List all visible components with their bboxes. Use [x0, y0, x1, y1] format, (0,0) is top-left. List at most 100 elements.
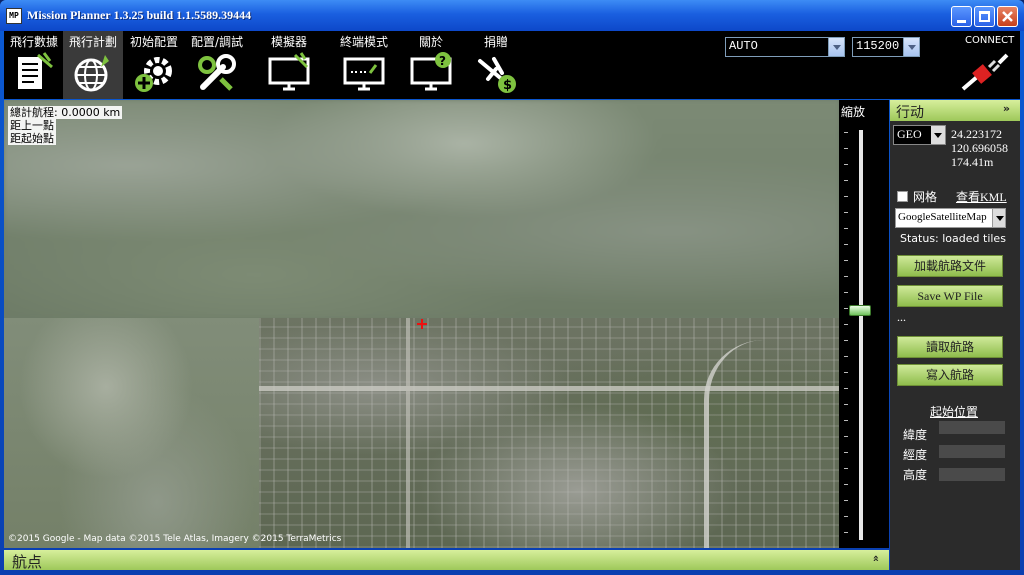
map-type-value: GoogleSatelliteMap	[898, 211, 987, 223]
coord-system-select[interactable]: GEO	[893, 125, 946, 145]
zoom-tick	[844, 340, 848, 341]
zoom-tick	[844, 388, 848, 389]
zoom-tick	[844, 324, 848, 325]
zoom-tick	[844, 132, 848, 133]
home-location-heading: 起始位置	[930, 405, 979, 419]
title-bar[interactable]: MP Mission Planner 1.3.25 build 1.1.5589…	[0, 0, 1024, 31]
load-wp-file-button[interactable]: 加載航路文件	[897, 255, 1003, 277]
tab-label: 模擬器	[270, 35, 307, 49]
grid-checkbox[interactable]	[897, 191, 908, 202]
chevron-down-icon[interactable]	[828, 38, 844, 56]
waypoints-title: 航点	[12, 553, 43, 571]
write-wps-button[interactable]: 寫入航路	[897, 364, 1003, 386]
close-button[interactable]	[997, 6, 1018, 27]
app-logo-icon: MP	[6, 8, 22, 24]
map-copyright: ©2015 Google - Map data ©2015 Tele Atlas…	[8, 534, 342, 544]
save-wp-file-button[interactable]: Save WP File	[897, 285, 1003, 307]
maximize-icon	[979, 11, 990, 22]
zoom-tick	[844, 212, 848, 213]
help-monitor-icon: ?	[410, 52, 452, 91]
tab-label: 配置/調試	[190, 35, 244, 49]
altitude-value: 174.41m	[951, 155, 994, 169]
tile-status: Status: loaded tiles	[900, 232, 1006, 245]
close-icon	[1002, 11, 1013, 22]
chevron-down-icon[interactable]	[992, 209, 1005, 227]
window-title: Mission Planner 1.3.25 build 1.1.5589.39…	[27, 8, 252, 22]
home-crosshair-icon[interactable]	[417, 319, 427, 329]
tab-donate[interactable]: 捐贈 $	[466, 31, 526, 99]
zoom-tick	[844, 244, 848, 245]
zoom-slider-thumb[interactable]	[849, 305, 871, 316]
zoom-tick	[844, 372, 848, 373]
zoom-slider-track[interactable]	[859, 130, 863, 540]
tab-flight-data[interactable]: 飛行數據	[4, 31, 64, 99]
flight-mode-select[interactable]: AUTO	[725, 37, 845, 57]
flight-plan-globe-icon	[74, 55, 109, 92]
read-wps-button[interactable]: 讀取航路	[897, 336, 1003, 358]
tab-initial-setup[interactable]: 初始配置	[125, 31, 183, 99]
coord-system-value: GEO	[897, 127, 922, 141]
connect-plug-icon[interactable]	[959, 53, 1011, 93]
zoom-tick	[844, 292, 848, 293]
zoom-tick	[844, 532, 848, 533]
zoom-tick	[844, 452, 848, 453]
chevron-down-icon[interactable]	[903, 38, 919, 56]
zoom-tick	[844, 420, 848, 421]
tab-label: 關於	[418, 35, 443, 49]
simulation-monitor-icon	[268, 52, 310, 91]
zoom-tick	[844, 164, 848, 165]
flight-data-icon	[18, 52, 53, 89]
collapse-icon[interactable]: »	[1003, 102, 1010, 115]
tab-flight-plan[interactable]: 飛行計劃	[63, 31, 123, 99]
home-lat-field[interactable]	[939, 421, 1005, 434]
tab-label: 飛行計劃	[68, 35, 117, 49]
home-alt-field[interactable]	[939, 468, 1005, 481]
tab-label: 飛行數據	[9, 35, 58, 49]
previous-point-distance: 距上一點	[8, 119, 56, 132]
home-distance: 距起始點	[8, 132, 56, 145]
map-road	[704, 340, 774, 548]
tab-label: 初始配置	[129, 35, 178, 49]
tab-help[interactable]: 關於 ?	[401, 31, 461, 99]
minimize-button[interactable]	[951, 6, 972, 27]
home-lng-label: 經度	[903, 448, 928, 462]
terminal-monitor-icon	[343, 57, 385, 91]
zoom-label: 縮放	[841, 105, 866, 119]
tab-label: 捐贈	[483, 35, 508, 49]
map-view[interactable]: 總計航程: 0.0000 km 距上一點 距起始點 ©2015 Google -…	[4, 100, 839, 548]
view-kml-link[interactable]: 查看KML	[956, 188, 1007, 205]
map-tile	[4, 100, 839, 318]
latitude-value: 24.223172	[951, 127, 1002, 141]
longitude-value: 120.696058	[951, 141, 1008, 155]
zoom-panel: 縮放	[839, 100, 889, 548]
action-panel-header[interactable]: 行动 »	[890, 100, 1020, 121]
expand-icon[interactable]: »	[869, 555, 882, 562]
grid-label: 网格	[913, 190, 938, 204]
baud-rate-value: 115200	[856, 39, 900, 53]
donate-plane-icon: $	[478, 57, 516, 93]
tab-terminal[interactable]: 終端模式	[332, 31, 396, 99]
tab-config-tuning[interactable]: 配置/調試	[184, 31, 250, 99]
zoom-tick	[844, 500, 848, 501]
connect-label[interactable]: CONNECT	[965, 35, 1014, 46]
map-tile	[4, 318, 259, 548]
action-panel-title: 行动	[896, 105, 924, 121]
home-lat-label: 緯度	[903, 428, 928, 442]
baud-rate-select[interactable]: 115200	[852, 37, 920, 57]
tab-simulation[interactable]: 模擬器	[256, 31, 322, 99]
zoom-tick	[844, 196, 848, 197]
svg-text:?: ?	[439, 54, 446, 68]
zoom-tick	[844, 260, 848, 261]
flight-mode-value: AUTO	[729, 39, 758, 53]
initial-setup-gear-icon	[135, 57, 172, 92]
maximize-button[interactable]	[974, 6, 995, 27]
window-border	[0, 570, 1024, 575]
map-road	[406, 318, 410, 548]
chevron-down-icon[interactable]	[931, 126, 945, 144]
minimize-icon	[957, 20, 966, 23]
total-distance: 總計航程: 0.0000 km	[8, 106, 123, 119]
home-lng-field[interactable]	[939, 445, 1005, 458]
zoom-tick	[844, 356, 848, 357]
map-type-select[interactable]: GoogleSatelliteMap	[895, 208, 1006, 228]
waypoints-bar[interactable]: 航点 »	[4, 550, 889, 571]
